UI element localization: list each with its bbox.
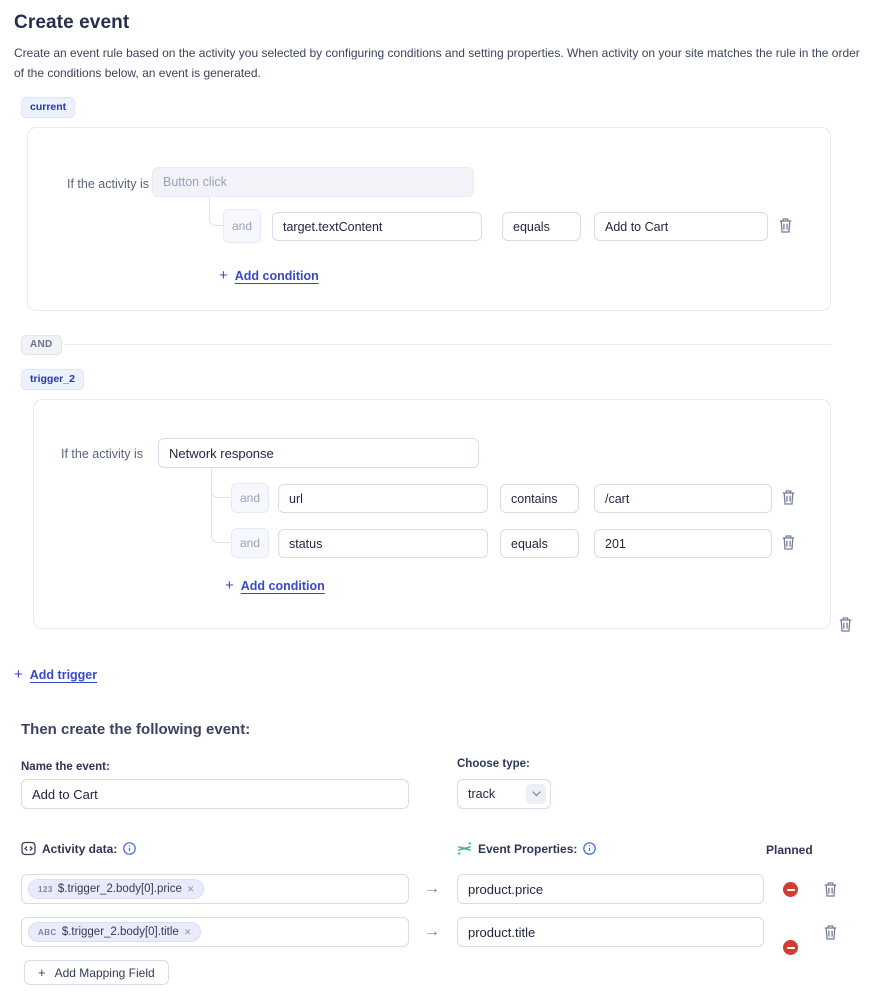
trash-icon	[824, 882, 837, 897]
activity-type-input[interactable]	[158, 438, 479, 468]
name-event-label: Name the event:	[21, 761, 110, 773]
delete-mapping-button[interactable]	[824, 925, 837, 940]
condition-value-input[interactable]	[594, 212, 768, 241]
activity-label: If the activity is	[67, 177, 149, 191]
condition-operator-input[interactable]	[500, 484, 579, 513]
activity-data-header: Activity data:	[21, 841, 136, 856]
event-property-input[interactable]	[457, 874, 764, 904]
delete-condition-button[interactable]	[779, 218, 792, 233]
delete-condition-button[interactable]	[782, 535, 795, 550]
delete-trigger-button[interactable]	[839, 617, 852, 632]
trash-icon	[782, 535, 795, 550]
trash-icon	[839, 617, 852, 632]
planned-header: Planned	[766, 843, 813, 857]
divider-line	[65, 344, 831, 345]
trigger-card-1: If the activity is and + Add condition	[27, 127, 831, 311]
close-icon[interactable]: ✕	[187, 884, 195, 895]
condition-connector	[211, 468, 230, 543]
condition-value-input[interactable]	[594, 529, 772, 558]
condition-operator-input[interactable]	[500, 529, 579, 558]
close-icon[interactable]: ✕	[184, 927, 192, 938]
choose-type-label: Choose type:	[457, 758, 530, 770]
event-type-select[interactable]: track	[457, 779, 551, 809]
activity-type-input[interactable]	[152, 167, 474, 197]
unplanned-icon[interactable]	[783, 882, 798, 897]
delete-mapping-button[interactable]	[824, 882, 837, 897]
and-chip: and	[231, 528, 269, 558]
info-icon[interactable]	[123, 842, 136, 855]
mapping-pill: 123 $.trigger_2.body[0].price ✕	[28, 879, 204, 899]
code-icon	[21, 841, 36, 856]
trigger-card-2-wrap: If the activity is and and	[33, 399, 859, 635]
trash-icon	[782, 490, 795, 505]
add-trigger-link[interactable]: + Add trigger	[14, 666, 97, 683]
plus-icon: +	[14, 666, 23, 683]
plus-icon: +	[38, 965, 46, 980]
delete-condition-button[interactable]	[782, 490, 795, 505]
page-description: Create an event rule based on the activi…	[14, 44, 864, 84]
condition-field-input[interactable]	[278, 529, 488, 558]
info-icon[interactable]	[583, 842, 596, 855]
event-properties-header: Event Properties:	[457, 841, 596, 856]
create-event-page: Create event Create an event rule based …	[0, 0, 874, 993]
event-section-heading: Then create the following event:	[21, 721, 250, 738]
trash-icon	[824, 925, 837, 940]
and-divider-chip: AND	[21, 335, 62, 355]
page-title: Create event	[14, 12, 129, 34]
and-chip: and	[231, 483, 269, 513]
add-mapping-field-button[interactable]: + Add Mapping Field	[24, 960, 169, 985]
trigger-card-2: If the activity is and and	[33, 399, 831, 629]
activity-data-input[interactable]: 123 $.trigger_2.body[0].price ✕	[21, 874, 409, 904]
add-condition-link[interactable]: + Add condition	[225, 577, 325, 594]
condition-connector	[209, 197, 223, 226]
add-condition-link[interactable]: + Add condition	[219, 267, 319, 284]
condition-field-input[interactable]	[272, 212, 482, 241]
plus-icon: +	[219, 267, 228, 284]
activity-data-input[interactable]: ABC $.trigger_2.body[0].title ✕	[21, 917, 409, 947]
condition-operator-input[interactable]	[502, 212, 581, 241]
condition-value-input[interactable]	[594, 484, 772, 513]
unplanned-icon[interactable]	[783, 940, 798, 955]
and-chip: and	[223, 209, 261, 243]
arrow-right-icon: →	[424, 923, 440, 941]
event-name-input[interactable]	[21, 779, 409, 809]
plus-icon: +	[225, 577, 234, 594]
trigger-badge-2: trigger_2	[21, 369, 84, 390]
mapping-pill: ABC $.trigger_2.body[0].title ✕	[28, 922, 201, 942]
event-property-input[interactable]	[457, 917, 764, 947]
chevron-down-icon[interactable]	[526, 784, 546, 804]
trigger-badge-current: current	[21, 97, 75, 118]
arrow-right-icon: →	[424, 880, 440, 898]
trash-icon	[779, 218, 792, 233]
condition-field-input[interactable]	[278, 484, 488, 513]
activity-label: If the activity is	[61, 447, 143, 461]
segment-icon	[457, 841, 472, 856]
